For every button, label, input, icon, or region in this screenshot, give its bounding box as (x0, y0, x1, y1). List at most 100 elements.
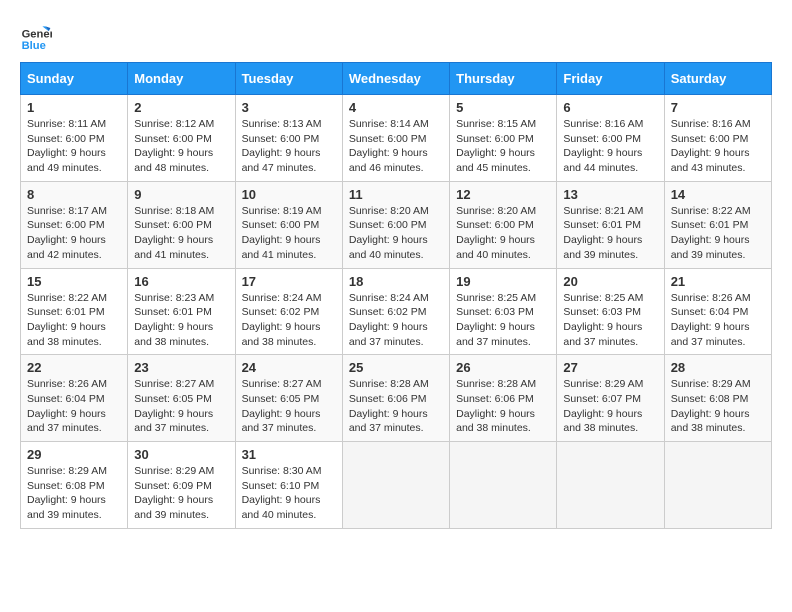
day-info: Sunrise: 8:28 AM Sunset: 6:06 PM Dayligh… (456, 377, 550, 436)
calendar-day-cell: 1 Sunrise: 8:11 AM Sunset: 6:00 PM Dayli… (21, 95, 128, 182)
day-number: 27 (563, 360, 657, 375)
day-number: 15 (27, 274, 121, 289)
logo-icon: General Blue (20, 20, 52, 52)
day-number: 19 (456, 274, 550, 289)
day-info: Sunrise: 8:22 AM Sunset: 6:01 PM Dayligh… (27, 291, 121, 350)
svg-text:Blue: Blue (22, 40, 46, 52)
calendar-day-cell: 4 Sunrise: 8:14 AM Sunset: 6:00 PM Dayli… (342, 95, 449, 182)
weekday-header: Saturday (664, 63, 771, 95)
day-info: Sunrise: 8:20 AM Sunset: 6:00 PM Dayligh… (456, 204, 550, 263)
day-info: Sunrise: 8:20 AM Sunset: 6:00 PM Dayligh… (349, 204, 443, 263)
day-info: Sunrise: 8:25 AM Sunset: 6:03 PM Dayligh… (563, 291, 657, 350)
day-info: Sunrise: 8:15 AM Sunset: 6:00 PM Dayligh… (456, 117, 550, 176)
calendar-day-cell: 30 Sunrise: 8:29 AM Sunset: 6:09 PM Dayl… (128, 442, 235, 529)
day-info: Sunrise: 8:29 AM Sunset: 6:08 PM Dayligh… (671, 377, 765, 436)
calendar-day-cell (664, 442, 771, 529)
day-number: 5 (456, 100, 550, 115)
day-info: Sunrise: 8:26 AM Sunset: 6:04 PM Dayligh… (27, 377, 121, 436)
calendar-day-cell: 20 Sunrise: 8:25 AM Sunset: 6:03 PM Dayl… (557, 268, 664, 355)
calendar-day-cell: 10 Sunrise: 8:19 AM Sunset: 6:00 PM Dayl… (235, 181, 342, 268)
weekday-header: Thursday (450, 63, 557, 95)
calendar-day-cell: 16 Sunrise: 8:23 AM Sunset: 6:01 PM Dayl… (128, 268, 235, 355)
calendar-day-cell: 22 Sunrise: 8:26 AM Sunset: 6:04 PM Dayl… (21, 355, 128, 442)
day-info: Sunrise: 8:24 AM Sunset: 6:02 PM Dayligh… (242, 291, 336, 350)
weekday-header: Sunday (21, 63, 128, 95)
calendar-day-cell (342, 442, 449, 529)
day-info: Sunrise: 8:24 AM Sunset: 6:02 PM Dayligh… (349, 291, 443, 350)
day-number: 29 (27, 447, 121, 462)
weekday-header: Friday (557, 63, 664, 95)
calendar-day-cell: 7 Sunrise: 8:16 AM Sunset: 6:00 PM Dayli… (664, 95, 771, 182)
day-info: Sunrise: 8:28 AM Sunset: 6:06 PM Dayligh… (349, 377, 443, 436)
day-number: 14 (671, 187, 765, 202)
day-number: 3 (242, 100, 336, 115)
calendar-table: SundayMondayTuesdayWednesdayThursdayFrid… (20, 62, 772, 529)
day-number: 22 (27, 360, 121, 375)
calendar-day-cell: 14 Sunrise: 8:22 AM Sunset: 6:01 PM Dayl… (664, 181, 771, 268)
day-info: Sunrise: 8:17 AM Sunset: 6:00 PM Dayligh… (27, 204, 121, 263)
day-number: 4 (349, 100, 443, 115)
calendar-day-cell: 21 Sunrise: 8:26 AM Sunset: 6:04 PM Dayl… (664, 268, 771, 355)
day-info: Sunrise: 8:27 AM Sunset: 6:05 PM Dayligh… (134, 377, 228, 436)
day-number: 9 (134, 187, 228, 202)
day-number: 21 (671, 274, 765, 289)
day-info: Sunrise: 8:19 AM Sunset: 6:00 PM Dayligh… (242, 204, 336, 263)
calendar-week-row: 8 Sunrise: 8:17 AM Sunset: 6:00 PM Dayli… (21, 181, 772, 268)
day-info: Sunrise: 8:16 AM Sunset: 6:00 PM Dayligh… (563, 117, 657, 176)
day-number: 24 (242, 360, 336, 375)
day-number: 13 (563, 187, 657, 202)
weekday-header: Wednesday (342, 63, 449, 95)
day-number: 8 (27, 187, 121, 202)
calendar-day-cell: 11 Sunrise: 8:20 AM Sunset: 6:00 PM Dayl… (342, 181, 449, 268)
day-number: 18 (349, 274, 443, 289)
calendar-day-cell: 8 Sunrise: 8:17 AM Sunset: 6:00 PM Dayli… (21, 181, 128, 268)
calendar-day-cell: 23 Sunrise: 8:27 AM Sunset: 6:05 PM Dayl… (128, 355, 235, 442)
weekday-header-row: SundayMondayTuesdayWednesdayThursdayFrid… (21, 63, 772, 95)
day-info: Sunrise: 8:27 AM Sunset: 6:05 PM Dayligh… (242, 377, 336, 436)
weekday-header: Monday (128, 63, 235, 95)
day-info: Sunrise: 8:29 AM Sunset: 6:07 PM Dayligh… (563, 377, 657, 436)
calendar-day-cell: 28 Sunrise: 8:29 AM Sunset: 6:08 PM Dayl… (664, 355, 771, 442)
day-info: Sunrise: 8:25 AM Sunset: 6:03 PM Dayligh… (456, 291, 550, 350)
svg-text:General: General (22, 29, 52, 41)
calendar-day-cell: 6 Sunrise: 8:16 AM Sunset: 6:00 PM Dayli… (557, 95, 664, 182)
day-number: 20 (563, 274, 657, 289)
day-number: 1 (27, 100, 121, 115)
day-number: 6 (563, 100, 657, 115)
day-number: 17 (242, 274, 336, 289)
calendar-day-cell (557, 442, 664, 529)
day-number: 16 (134, 274, 228, 289)
day-number: 25 (349, 360, 443, 375)
day-number: 11 (349, 187, 443, 202)
day-number: 7 (671, 100, 765, 115)
day-info: Sunrise: 8:21 AM Sunset: 6:01 PM Dayligh… (563, 204, 657, 263)
calendar-day-cell: 19 Sunrise: 8:25 AM Sunset: 6:03 PM Dayl… (450, 268, 557, 355)
day-info: Sunrise: 8:26 AM Sunset: 6:04 PM Dayligh… (671, 291, 765, 350)
calendar-day-cell: 12 Sunrise: 8:20 AM Sunset: 6:00 PM Dayl… (450, 181, 557, 268)
calendar-day-cell: 17 Sunrise: 8:24 AM Sunset: 6:02 PM Dayl… (235, 268, 342, 355)
calendar-day-cell: 15 Sunrise: 8:22 AM Sunset: 6:01 PM Dayl… (21, 268, 128, 355)
calendar-day-cell: 26 Sunrise: 8:28 AM Sunset: 6:06 PM Dayl… (450, 355, 557, 442)
calendar-day-cell: 18 Sunrise: 8:24 AM Sunset: 6:02 PM Dayl… (342, 268, 449, 355)
day-number: 12 (456, 187, 550, 202)
calendar-day-cell: 2 Sunrise: 8:12 AM Sunset: 6:00 PM Dayli… (128, 95, 235, 182)
day-info: Sunrise: 8:23 AM Sunset: 6:01 PM Dayligh… (134, 291, 228, 350)
day-info: Sunrise: 8:29 AM Sunset: 6:08 PM Dayligh… (27, 464, 121, 523)
calendar-day-cell: 31 Sunrise: 8:30 AM Sunset: 6:10 PM Dayl… (235, 442, 342, 529)
calendar-day-cell: 13 Sunrise: 8:21 AM Sunset: 6:01 PM Dayl… (557, 181, 664, 268)
day-info: Sunrise: 8:30 AM Sunset: 6:10 PM Dayligh… (242, 464, 336, 523)
calendar-day-cell: 9 Sunrise: 8:18 AM Sunset: 6:00 PM Dayli… (128, 181, 235, 268)
logo: General Blue (20, 20, 56, 52)
calendar-week-row: 29 Sunrise: 8:29 AM Sunset: 6:08 PM Dayl… (21, 442, 772, 529)
day-info: Sunrise: 8:14 AM Sunset: 6:00 PM Dayligh… (349, 117, 443, 176)
day-info: Sunrise: 8:11 AM Sunset: 6:00 PM Dayligh… (27, 117, 121, 176)
calendar-day-cell: 25 Sunrise: 8:28 AM Sunset: 6:06 PM Dayl… (342, 355, 449, 442)
calendar-day-cell (450, 442, 557, 529)
day-info: Sunrise: 8:12 AM Sunset: 6:00 PM Dayligh… (134, 117, 228, 176)
calendar-day-cell: 24 Sunrise: 8:27 AM Sunset: 6:05 PM Dayl… (235, 355, 342, 442)
calendar-day-cell: 29 Sunrise: 8:29 AM Sunset: 6:08 PM Dayl… (21, 442, 128, 529)
day-info: Sunrise: 8:29 AM Sunset: 6:09 PM Dayligh… (134, 464, 228, 523)
day-number: 2 (134, 100, 228, 115)
day-info: Sunrise: 8:13 AM Sunset: 6:00 PM Dayligh… (242, 117, 336, 176)
calendar-day-cell: 5 Sunrise: 8:15 AM Sunset: 6:00 PM Dayli… (450, 95, 557, 182)
